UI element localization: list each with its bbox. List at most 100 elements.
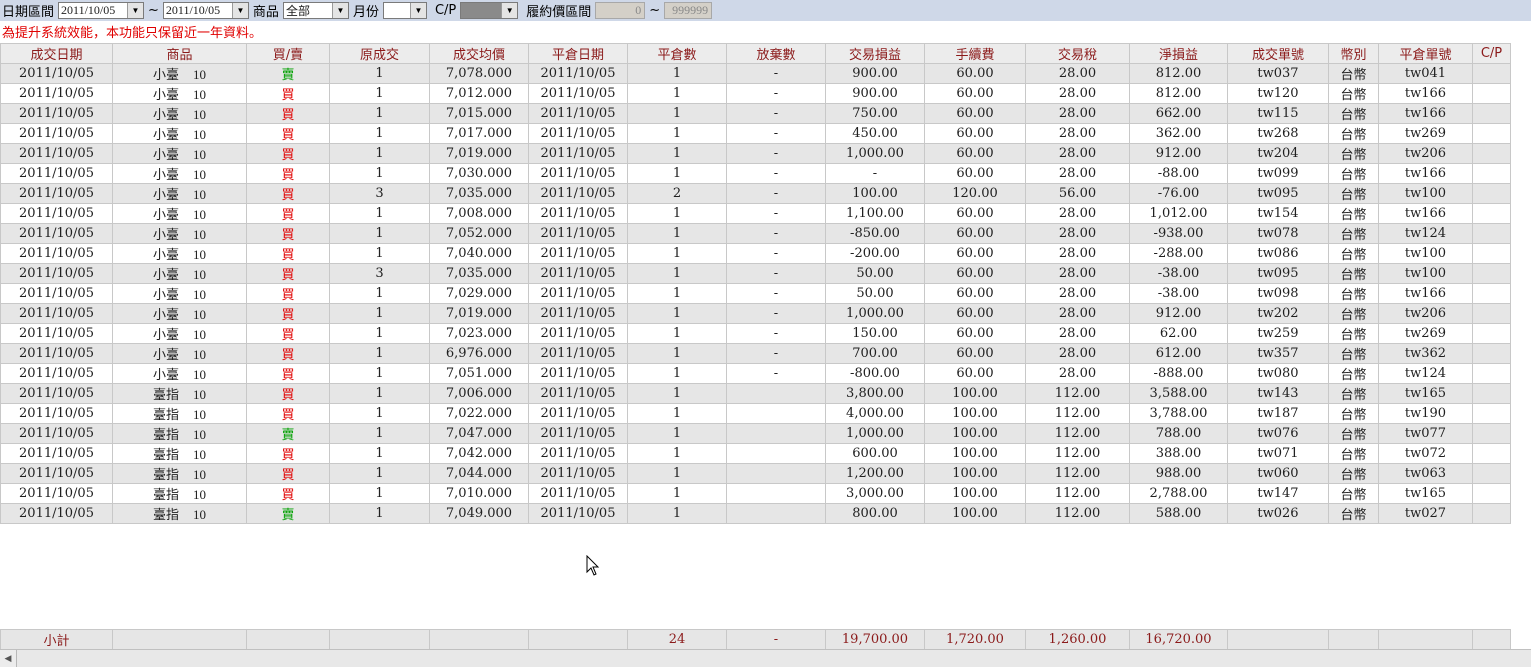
cell-cur: 台幣 — [1328, 163, 1379, 184]
product-name: 小臺 — [152, 268, 179, 283]
table-row[interactable]: 2011/10/05 小臺 10 買 1 7,019.000 2011/10/05 1-1,0… — [0, 303, 1511, 324]
table-row[interactable]: 2011/10/05 臺指 10 賣 1 7,049.000 2011/10/05 1 800.… — [0, 503, 1511, 524]
cell-close-qty: 1 — [627, 443, 727, 464]
cell-pl: 750.00 — [825, 103, 925, 124]
column-header[interactable]: 成交日期 — [0, 43, 113, 64]
cell-pl: 900.00 — [825, 63, 925, 84]
cell-product: 小臺 10 — [112, 123, 247, 144]
cell-order: tw095 — [1227, 263, 1329, 284]
strike-from-input[interactable]: 0 — [595, 2, 646, 19]
cell-side: 賣 — [246, 423, 330, 444]
date-to-dropdown-icon[interactable]: ▼ — [231, 3, 248, 18]
cell-close-date: 2011/10/05 — [528, 483, 628, 504]
cell-tax: 112.00 — [1025, 443, 1130, 464]
cell-qty: 1 — [329, 423, 430, 444]
cell-product: 小臺 10 — [112, 323, 247, 344]
table-row[interactable]: 2011/10/05 小臺 10 買 1 7,030.000 2011/10/05 1- -60… — [0, 163, 1511, 184]
product-name: 小臺 — [152, 128, 179, 143]
product-code: 10 — [193, 187, 206, 202]
cell-tax: 28.00 — [1025, 143, 1130, 164]
table-row[interactable]: 2011/10/05 小臺 10 買 1 7,012.000 2011/10/05 1-900… — [0, 83, 1511, 104]
table-row[interactable]: 2011/10/05 臺指 10 買 1 7,044.000 2011/10/05 1 1,20… — [0, 463, 1511, 484]
strike-to-input[interactable]: 999999 — [664, 2, 713, 19]
cell-date: 2011/10/05 — [0, 223, 113, 244]
table-row[interactable]: 2011/10/05 臺指 10 買 1 7,022.000 2011/10/05 1 4,00… — [0, 403, 1511, 424]
table-row[interactable]: 2011/10/05 臺指 10 買 1 7,006.000 2011/10/05 1 3,80… — [0, 383, 1511, 404]
column-header[interactable]: 原成交 — [329, 43, 430, 64]
table-row[interactable]: 2011/10/05 小臺 10 買 1 7,040.000 2011/10/05 1- -20… — [0, 243, 1511, 264]
cp-select[interactable]: ▼ — [460, 2, 519, 19]
column-header[interactable]: 買/賣 — [246, 43, 330, 64]
table-row[interactable]: 2011/10/05 臺指 10 買 1 7,042.000 2011/10/05 1 600.… — [0, 443, 1511, 464]
table-row[interactable]: 2011/10/05 小臺 10 賣 1 7,078.000 2011/10/05 1-900… — [0, 63, 1511, 84]
scroll-left-icon[interactable]: ◀ — [0, 650, 17, 667]
cp-dropdown-icon[interactable]: ▼ — [501, 3, 518, 18]
column-header[interactable]: 平倉單號 — [1378, 43, 1473, 64]
cell-fee: 60.00 — [924, 303, 1026, 324]
column-header[interactable]: 淨損益 — [1129, 43, 1228, 64]
column-header[interactable]: 平倉日期 — [528, 43, 628, 64]
date-from-picker[interactable]: 2011/10/05 ▼ — [58, 2, 145, 19]
cell-product: 小臺 10 — [112, 283, 247, 304]
date-from-dropdown-icon[interactable]: ▼ — [127, 3, 144, 18]
filter-toolbar: 日期區間 2011/10/05 ▼ ~ 2011/10/05 ▼ 商品 全部 ▼… — [0, 0, 1531, 21]
cell-fee: 60.00 — [924, 63, 1026, 84]
month-dropdown-icon[interactable]: ▼ — [409, 3, 426, 18]
column-header[interactable]: 交易稅 — [1025, 43, 1130, 64]
table-row[interactable]: 2011/10/05 臺指 10 買 1 7,010.000 2011/10/05 1 3,00… — [0, 483, 1511, 504]
table-row[interactable]: 2011/10/05 小臺 10 買 1 6,976.000 2011/10/05 1-700… — [0, 343, 1511, 364]
cell-fee: 60.00 — [924, 83, 1026, 104]
cell-close-date: 2011/10/05 — [528, 143, 628, 164]
column-header[interactable]: 交易損益 — [825, 43, 925, 64]
month-select[interactable]: ▼ — [382, 2, 427, 19]
cell-side: 買 — [246, 83, 330, 104]
product-code: 10 — [193, 227, 206, 242]
product-code: 10 — [193, 447, 206, 462]
product-select[interactable]: 全部 ▼ — [282, 2, 349, 19]
cell-close-date: 2011/10/05 — [528, 223, 628, 244]
cell-side: 買 — [246, 363, 330, 384]
subtotal-empty — [528, 629, 628, 650]
column-header[interactable]: 幣別 — [1328, 43, 1379, 64]
cell-date: 2011/10/05 — [0, 423, 113, 444]
product-dropdown-icon[interactable]: ▼ — [331, 3, 348, 18]
date-to-picker[interactable]: 2011/10/05 ▼ — [162, 2, 249, 19]
cell-cp — [1472, 363, 1511, 384]
cell-tax: 28.00 — [1025, 103, 1130, 124]
table-row[interactable]: 2011/10/05 小臺 10 買 1 7,051.000 2011/10/05 1- -80… — [0, 363, 1511, 384]
column-header[interactable]: 成交均價 — [429, 43, 529, 64]
cell-abandon: - — [726, 343, 826, 364]
table-row[interactable]: 2011/10/05 小臺 10 買 3 7,035.000 2011/10/05 2-100… — [0, 183, 1511, 204]
table-row[interactable]: 2011/10/05 小臺 10 買 1 7,015.000 2011/10/05 1-750… — [0, 103, 1511, 124]
cell-fee: 60.00 — [924, 103, 1026, 124]
table-row[interactable]: 2011/10/05 小臺 10 買 1 7,017.000 2011/10/05 1-450… — [0, 123, 1511, 144]
cell-side: 賣 — [246, 503, 330, 524]
cell-abandon — [726, 443, 826, 464]
cell-cur: 台幣 — [1328, 463, 1379, 484]
table-row[interactable]: 2011/10/05 小臺 10 買 1 7,029.000 2011/10/05 1-50.… — [0, 283, 1511, 304]
cell-cur: 台幣 — [1328, 303, 1379, 324]
horizontal-scrollbar[interactable]: ◀ — [0, 649, 1531, 667]
table-row[interactable]: 2011/10/05 小臺 10 買 1 7,052.000 2011/10/05 1- -85… — [0, 223, 1511, 244]
cell-order: tw143 — [1227, 383, 1329, 404]
cell-net: -938.00 — [1129, 223, 1228, 244]
cell-tax: 112.00 — [1025, 483, 1130, 504]
subtotal-empty — [329, 629, 430, 650]
cell-close-date: 2011/10/05 — [528, 343, 628, 364]
column-header[interactable]: 平倉數 — [627, 43, 727, 64]
table-row[interactable]: 2011/10/05 小臺 10 買 1 7,008.000 2011/10/05 1-1,1… — [0, 203, 1511, 224]
table-row[interactable]: 2011/10/05 小臺 10 買 3 7,035.000 2011/10/05 1-50.… — [0, 263, 1511, 284]
column-header[interactable]: 成交單號 — [1227, 43, 1329, 64]
table-row[interactable]: 2011/10/05 小臺 10 買 1 7,019.000 2011/10/05 1-1,0… — [0, 143, 1511, 164]
table-row[interactable]: 2011/10/05 小臺 10 買 1 7,023.000 2011/10/05 1-150… — [0, 323, 1511, 344]
cell-abandon — [726, 463, 826, 484]
cell-date: 2011/10/05 — [0, 183, 113, 204]
table-row[interactable]: 2011/10/05 臺指 10 賣 1 7,047.000 2011/10/05 1 1,00… — [0, 423, 1511, 444]
column-header[interactable]: 放棄數 — [726, 43, 826, 64]
column-header[interactable]: 商品 — [112, 43, 247, 64]
column-header[interactable]: 手續費 — [924, 43, 1026, 64]
product-name: 臺指 — [152, 408, 179, 423]
column-header[interactable]: C/P — [1472, 43, 1511, 64]
cell-qty: 1 — [329, 243, 430, 264]
cell-cp — [1472, 163, 1511, 184]
